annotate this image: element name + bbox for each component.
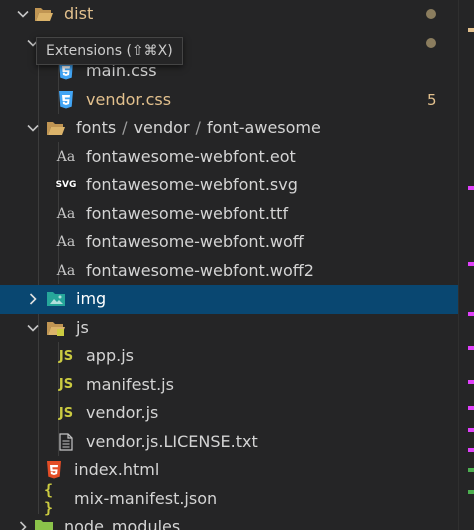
tree-item-font-file[interactable]: Aa fontawesome-webfont.ttf [0,200,458,229]
tree-item-mix-manifest[interactable]: { } mix-manifest.json [0,480,458,517]
tree-item-label: fontawesome-webfont.woff2 [86,260,314,280]
path-separator: / [122,118,128,137]
js-icon: JS [58,377,74,392]
overview-marker [468,186,474,190]
tree-item-index-html[interactable]: index.html [0,456,458,485]
tree-item-font-file[interactable]: Aa fontawesome-webfont.woff2 [0,257,458,286]
overview-marker [468,346,474,350]
tree-item-label: fontawesome-webfont.woff [86,232,304,251]
tree-item-label: img [76,289,107,308]
tree-item-font-file[interactable]: Aa fontawesome-webfont.woff [0,228,458,257]
js-folder-icon [46,318,66,338]
tree-item-label: fontawesome-webfont.eot [86,146,296,166]
font-icon: Aa [56,234,76,250]
path-separator: / [195,118,201,137]
tree-item-node-modules[interactable]: node_modules [0,513,458,530]
overview-marker [468,28,474,32]
tooltip: Extensions (⇧⌘X) [36,37,183,65]
tree-item-dist[interactable]: dist [0,0,458,29]
compressed-folder-path: fonts / vendor / font-awesome [76,117,321,139]
css3-icon [56,90,76,110]
tree-item-js-folder[interactable]: js [0,314,458,343]
js-icon: JS [58,405,74,421]
modified-dot [426,37,436,48]
folder-open-icon [34,4,54,24]
path-segment-vendor[interactable]: vendor [134,118,190,137]
folder-icon [34,517,54,530]
font-icon: Aa [56,148,76,165]
tree-item-js-file[interactable]: JS manifest.js [0,371,458,400]
chevron-down-icon [27,324,39,332]
tree-item-font-file[interactable]: SVG fontawesome-webfont.svg [0,171,458,200]
html5-icon [44,460,64,480]
chevron-right-icon [29,293,37,305]
overview-marker [468,428,474,432]
tree-item-font-file[interactable]: Aa fontawesome-webfont.eot [0,143,458,172]
chevron-right-icon [19,521,27,530]
chevron-down-icon [27,124,39,132]
tree-item-label: dist [64,4,94,23]
file-explorer: dist css main.css vendor.css 5 fonts/ven… [0,0,474,530]
problem-count-badge: 5 [427,90,437,109]
overview-marker [468,380,474,384]
tree-item-label: vendor.css [86,89,172,109]
overview-marker [468,262,474,266]
overview-marker [468,448,474,452]
tree-item-img-folder[interactable]: img [0,285,458,314]
tree-item-vendor-css[interactable]: vendor.css 5 [0,86,458,115]
path-segment-font-awesome[interactable]: font-awesome [207,118,321,137]
path-segment-fonts[interactable]: fonts [76,118,116,137]
svg-icon: SVG [54,180,78,190]
tree-item-label: vendor.js [86,403,159,422]
modified-dot [426,9,436,19]
font-icon: Aa [56,205,76,222]
json-icon: { } [44,480,54,517]
tree-item-label: js [76,317,89,337]
folder-open-icon [46,118,66,138]
overview-marker [468,468,474,472]
tree-item-label: mix-manifest.json [74,488,218,508]
tree-item-label: app.js [86,346,134,365]
tree-item-label: vendor.js.LICENSE.txt [86,431,258,451]
tree-item-js-file[interactable]: JS vendor.js [0,399,458,428]
tree-item-text-file[interactable]: vendor.js.LICENSE.txt [0,428,458,457]
tree-item-label: node_modules [64,517,181,530]
image-folder-icon [46,289,66,309]
js-icon: JS [58,348,74,364]
tree-item-label: fontawesome-webfont.svg [86,175,298,194]
tree-item-js-file[interactable]: JS app.js [0,342,458,371]
tree-item-label: fontawesome-webfont.ttf [86,203,289,223]
overview-marker [468,406,474,410]
tree-item-fonts-folder[interactable]: fonts / vendor / font-awesome [0,114,458,143]
chevron-down-icon [17,10,29,18]
overview-marker [468,312,474,316]
font-icon: Aa [56,262,76,279]
tree-item-label: manifest.js [86,374,174,394]
text-file-icon [56,432,76,452]
overview-marker [468,490,474,494]
tree-item-label: index.html [74,460,160,479]
